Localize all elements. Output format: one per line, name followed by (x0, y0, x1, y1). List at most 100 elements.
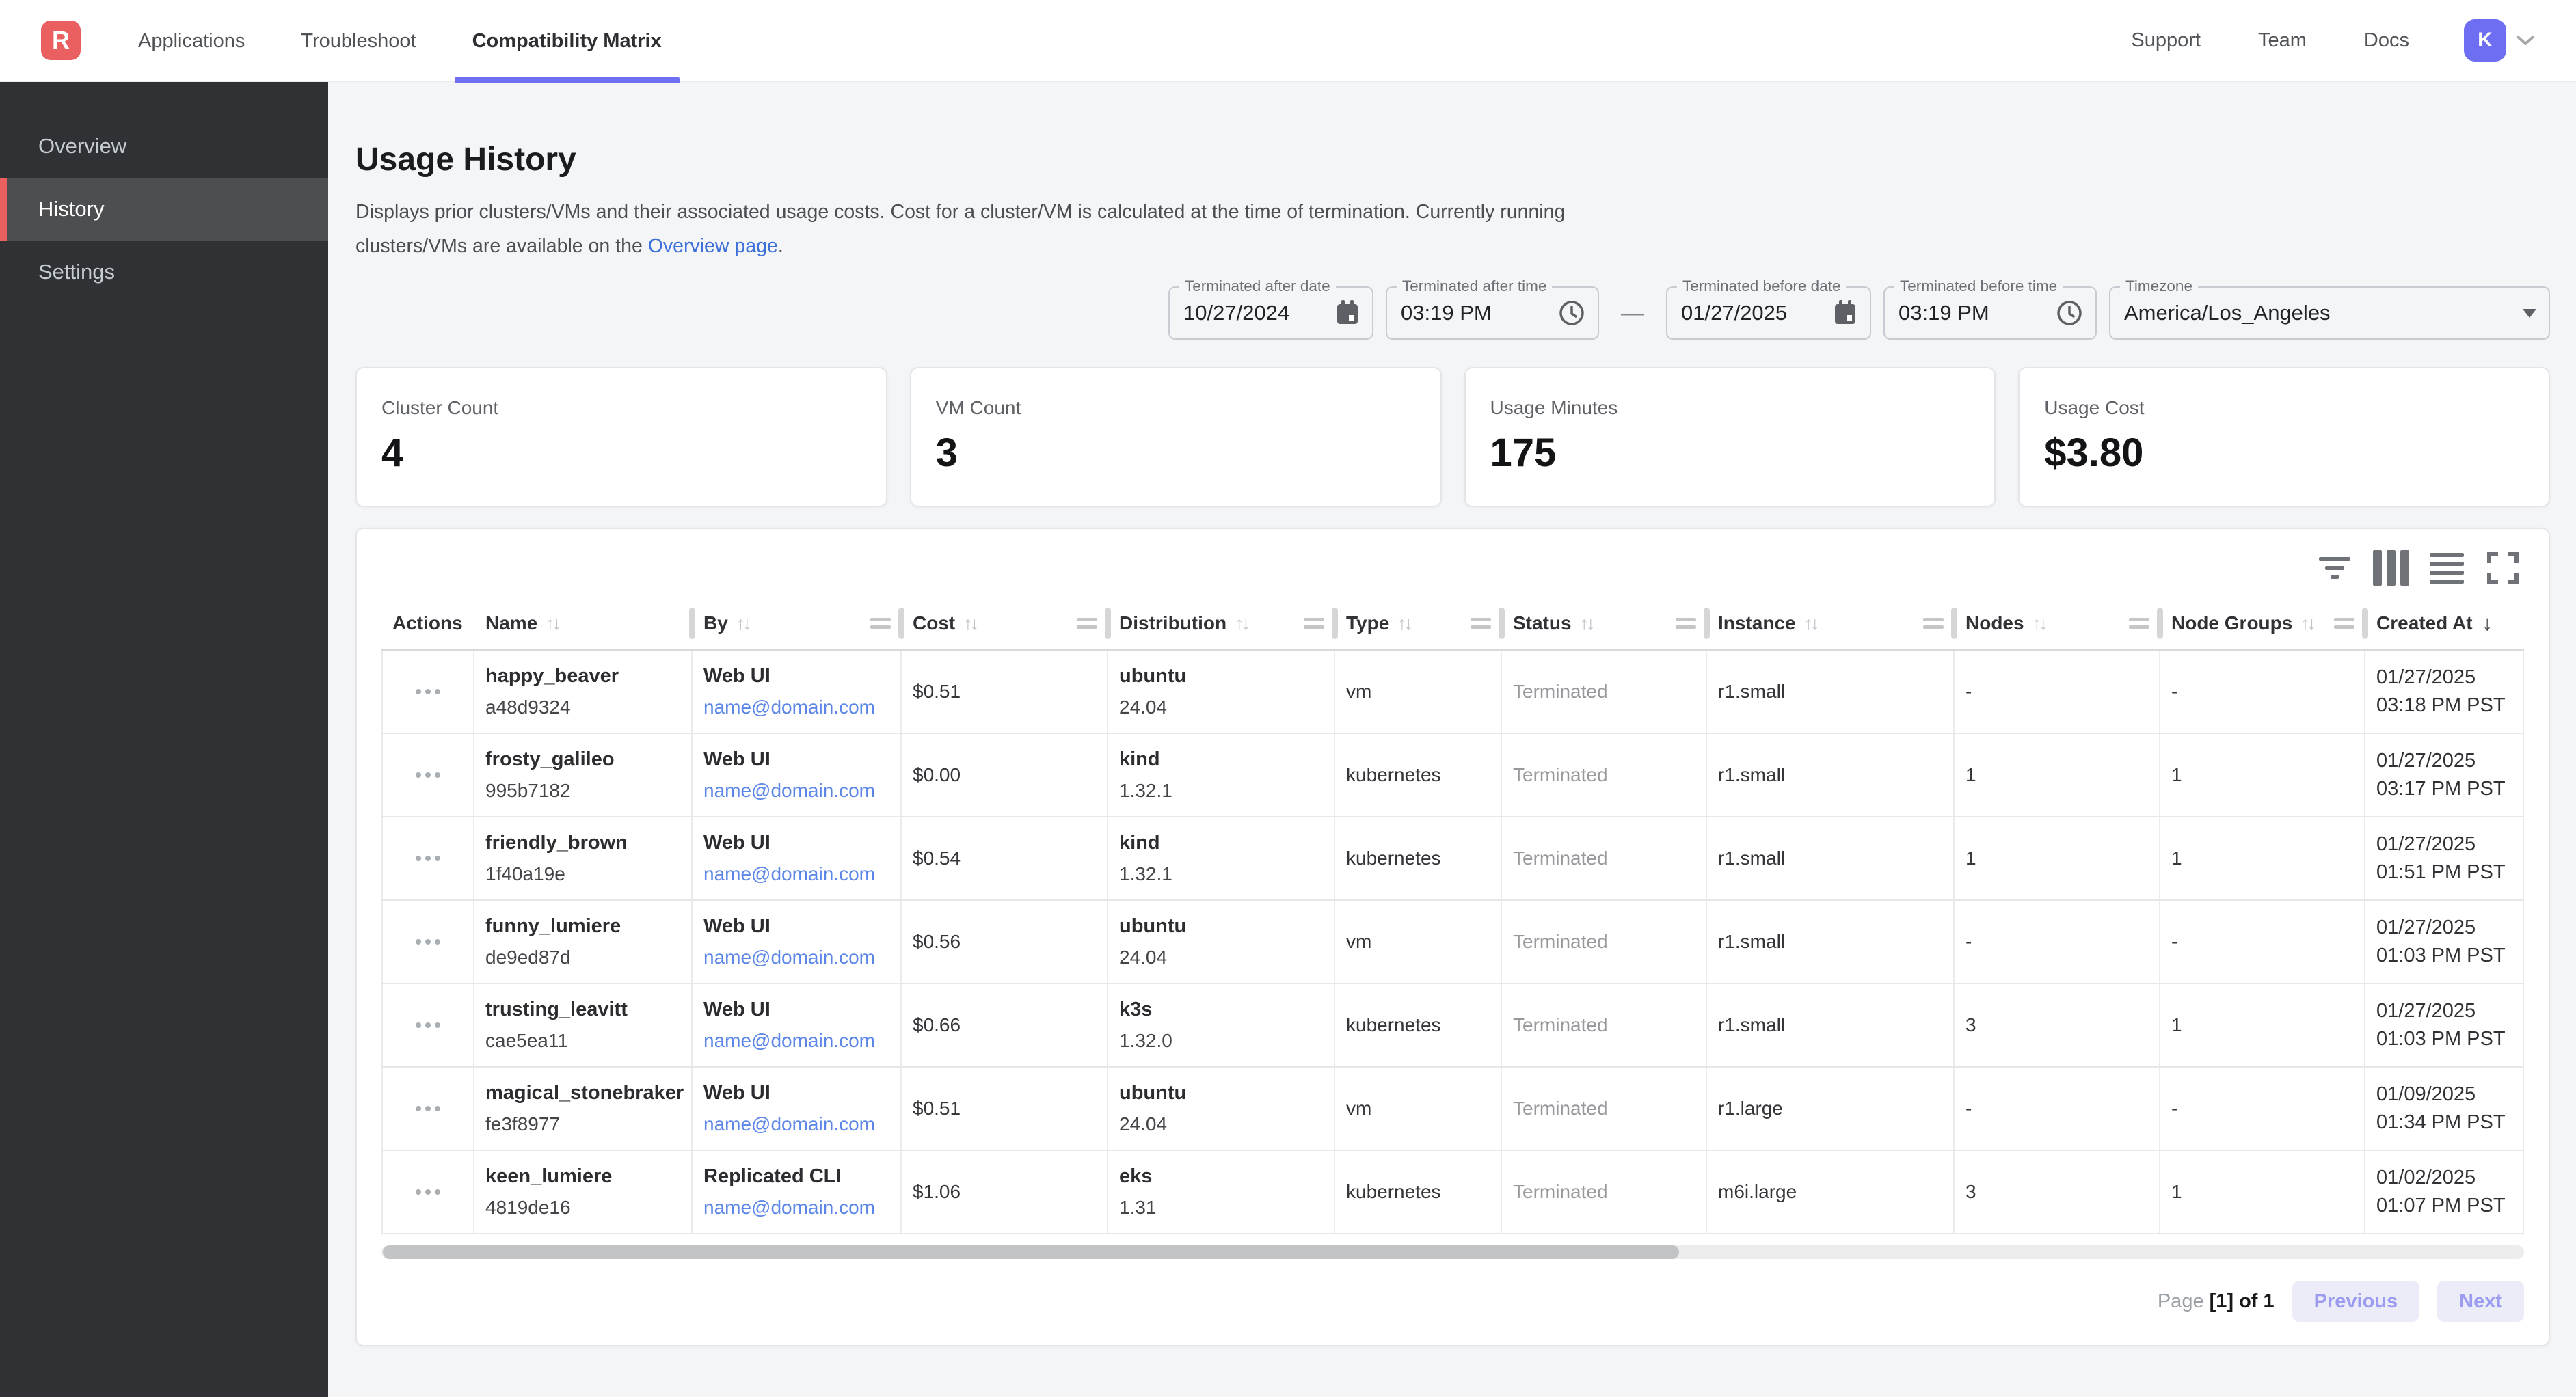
row-actions-button[interactable] (409, 932, 447, 951)
sort-icon[interactable]: ↑↓ (1580, 613, 1593, 634)
column-separator[interactable] (2362, 608, 2368, 639)
sort-icon[interactable]: ↑↓ (963, 613, 976, 634)
table-row[interactable]: frosty_galileo 995b7182 Web UI name@doma… (381, 734, 2524, 817)
table-row[interactable]: happy_beaver a48d9324 Web UI name@domain… (381, 651, 2524, 734)
column-menu-icon[interactable] (2334, 618, 2354, 629)
table-row[interactable]: magical_stonebraker fe3f8977 Web UI name… (381, 1068, 2524, 1151)
row-actions-button[interactable] (409, 849, 447, 868)
sidebar-item[interactable]: Overview (0, 115, 328, 178)
column-header[interactable]: Created At ↓ (2365, 597, 2524, 649)
sort-icon[interactable]: ↑↓ (1804, 613, 1817, 634)
nav-item[interactable]: Compatibility Matrix (472, 0, 662, 82)
terminated-before-date-field[interactable]: Terminated before date 01/27/2025 (1666, 286, 1871, 340)
sort-icon[interactable]: ↑↓ (546, 613, 559, 634)
row-actions-button[interactable] (409, 682, 447, 701)
sort-icon[interactable]: ↑↓ (736, 613, 749, 634)
sidebar-item[interactable]: Settings (0, 241, 328, 303)
field-value[interactable]: America/Los_Angeles (2124, 301, 2514, 325)
name-cell: happy_beaver a48d9324 (474, 651, 693, 733)
sort-icon[interactable]: ↑↓ (2300, 613, 2313, 634)
filter-icon[interactable] (2316, 550, 2353, 586)
column-menu-icon[interactable] (1304, 618, 1324, 629)
user-email-link[interactable]: name@domain.com (703, 947, 900, 968)
sort-icon[interactable]: ↑↓ (1397, 613, 1410, 634)
sidebar-item[interactable]: History (0, 178, 328, 241)
column-separator[interactable] (1951, 608, 1957, 639)
user-email-link[interactable]: name@domain.com (703, 1197, 900, 1219)
table-row[interactable]: keen_lumiere 4819de16 Replicated CLI nam… (381, 1151, 2524, 1234)
column-header[interactable]: Nodes ↑↓ (1955, 597, 2160, 649)
terminated-after-date-field[interactable]: Terminated after date 10/27/2024 (1168, 286, 1373, 340)
caret-down-icon[interactable] (2523, 309, 2536, 318)
columns-icon[interactable] (2372, 550, 2409, 586)
column-separator[interactable] (2157, 608, 2163, 639)
column-header[interactable]: By ↑↓ (693, 597, 902, 649)
column-separator[interactable] (689, 608, 695, 639)
terminated-after-time-field[interactable]: Terminated after time 03:19 PM (1386, 286, 1599, 340)
column-menu-icon[interactable] (1923, 618, 1944, 629)
user-email-link[interactable]: name@domain.com (703, 1030, 900, 1052)
density-icon[interactable] (2428, 550, 2465, 586)
calendar-icon[interactable] (1833, 299, 1857, 327)
column-header[interactable]: Actions (381, 597, 474, 649)
column-menu-icon[interactable] (1077, 618, 1097, 629)
next-button[interactable]: Next (2437, 1281, 2524, 1322)
column-separator[interactable] (1499, 608, 1505, 639)
table-row[interactable]: friendly_brown 1f40a19e Web UI name@doma… (381, 817, 2524, 901)
column-header[interactable]: Instance ↑↓ (1707, 597, 1955, 649)
column-header[interactable]: Node Groups ↑↓ (2160, 597, 2365, 649)
column-menu-icon[interactable] (1676, 618, 1696, 629)
overview-page-link[interactable]: Overview page (648, 235, 778, 257)
horizontal-scrollbar[interactable] (381, 1245, 2524, 1259)
sort-desc-icon[interactable]: ↓ (2482, 611, 2493, 636)
sort-icon[interactable]: ↑↓ (2032, 613, 2045, 634)
nav-item[interactable]: Docs (2364, 0, 2409, 81)
app-logo[interactable]: R (41, 21, 81, 60)
clock-icon[interactable] (2056, 299, 2083, 327)
field-value[interactable]: 10/27/2024 (1183, 301, 1327, 325)
table-row[interactable]: funny_lumiere de9ed87d Web UI name@domai… (381, 901, 2524, 984)
previous-button[interactable]: Previous (2292, 1281, 2420, 1322)
user-email-link[interactable]: name@domain.com (703, 696, 900, 718)
cluster-id: 1f40a19e (485, 863, 691, 885)
sort-icon[interactable]: ↑↓ (1235, 613, 1248, 634)
column-header[interactable]: Type ↑↓ (1335, 597, 1502, 649)
column-header[interactable]: Distribution ↑↓ (1108, 597, 1335, 649)
calendar-icon[interactable] (1335, 299, 1360, 327)
column-separator[interactable] (1704, 608, 1710, 639)
field-value[interactable]: 03:19 PM (1401, 301, 1550, 325)
nav-item[interactable]: Applications (138, 0, 245, 82)
field-value[interactable]: 01/27/2025 (1681, 301, 1825, 325)
nav-item[interactable]: Team (2258, 0, 2307, 81)
column-header[interactable]: Status ↑↓ (1502, 597, 1707, 649)
scrollbar-thumb[interactable] (383, 1245, 1679, 1259)
nav-item[interactable]: Troubleshoot (301, 0, 416, 82)
terminated-before-time-field[interactable]: Terminated before time 03:19 PM (1883, 286, 2097, 340)
chevron-down-icon[interactable] (2516, 34, 2535, 46)
row-actions-button[interactable] (409, 765, 447, 785)
column-header[interactable]: Name ↑↓ (474, 597, 693, 649)
column-menu-icon[interactable] (870, 618, 891, 629)
user-email-link[interactable]: name@domain.com (703, 780, 900, 802)
clock-icon[interactable] (1558, 299, 1585, 327)
column-separator[interactable] (1332, 608, 1338, 639)
column-separator[interactable] (1105, 608, 1111, 639)
avatar[interactable]: K (2464, 19, 2506, 62)
column-header[interactable]: Cost ↑↓ (902, 597, 1108, 649)
user-menu[interactable]: K (2464, 19, 2535, 62)
user-email-link[interactable]: name@domain.com (703, 1113, 900, 1135)
column-menu-icon[interactable] (1471, 618, 1491, 629)
row-actions-button[interactable] (409, 1182, 447, 1202)
row-actions-button[interactable] (409, 1099, 447, 1118)
user-email-link[interactable]: name@domain.com (703, 863, 900, 885)
timezone-select[interactable]: Timezone America/Los_Angeles (2109, 286, 2550, 340)
row-actions-button[interactable] (409, 1016, 447, 1035)
fullscreen-icon[interactable] (2484, 550, 2521, 586)
by-cell: Replicated CLI name@domain.com (693, 1151, 902, 1233)
table-row[interactable]: trusting_leavitt cae5ea11 Web UI name@do… (381, 984, 2524, 1068)
column-separator[interactable] (898, 608, 904, 639)
nav-item[interactable]: Support (2131, 0, 2201, 81)
column-menu-icon[interactable] (2129, 618, 2149, 629)
field-value[interactable]: 03:19 PM (1899, 301, 2048, 325)
created-date: 01/27/2025 (2376, 664, 2523, 692)
